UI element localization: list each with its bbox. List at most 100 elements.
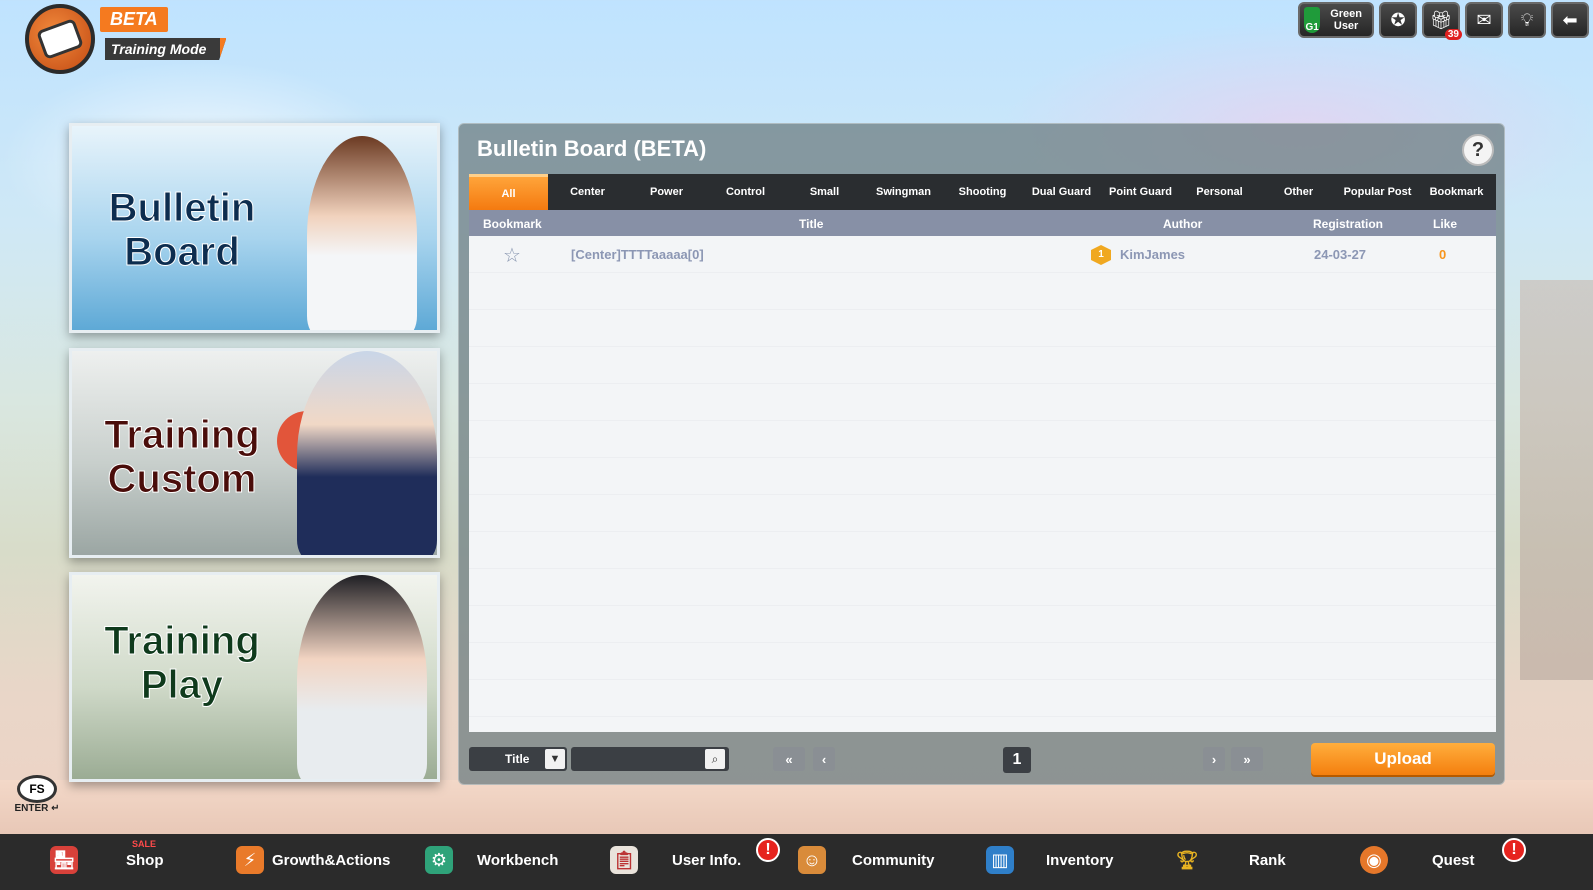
nav-label: Growth&Actions — [272, 852, 391, 869]
tab-other[interactable]: Other — [1259, 174, 1338, 210]
category-tabs: All Center Power Control Small Swingman … — [469, 174, 1496, 210]
column-registration: Registration — [1313, 217, 1384, 231]
bookmark-star-icon[interactable]: ☆ — [503, 243, 521, 268]
chat-enter-hint: ENTER ↵ — [14, 803, 60, 814]
tab-point-guard[interactable]: Point Guard — [1101, 174, 1180, 210]
tab-swingman[interactable]: Swingman — [864, 174, 943, 210]
star-medal-icon: ✪ — [1390, 9, 1406, 30]
post-author: KimJames — [1120, 247, 1186, 262]
gift-count-badge: 39 — [1444, 29, 1462, 40]
table-header: Bookmark Title Author Registration Like — [469, 210, 1496, 236]
character-illustration — [277, 351, 437, 555]
alert-icon: ! — [1502, 838, 1526, 862]
tab-small[interactable]: Small — [785, 174, 864, 210]
back-button[interactable]: ⬅ — [1551, 2, 1589, 38]
column-title: Title — [799, 217, 824, 231]
nav-community[interactable]: ☺ Community — [798, 834, 948, 890]
nav-shop[interactable]: 🏪︎ SALE Shop — [50, 834, 170, 890]
mail-button[interactable]: ✉ — [1465, 2, 1503, 38]
post-like-count: 0 — [1439, 247, 1447, 262]
nav-label: Quest — [1432, 852, 1475, 869]
top-toolbar: G1 Green User ✪ 🎁︎ 39 ✉ 💡︎ ⬅ — [1298, 2, 1589, 40]
search-type-label: Title — [505, 752, 530, 766]
chevron-right-icon: › — [1211, 751, 1217, 767]
nav-label: Shop — [126, 852, 164, 869]
grade-icon: G1 — [1304, 7, 1321, 33]
bulletin-board-card[interactable]: Bulletin Board — [69, 123, 440, 333]
growth-icon: ⚡︎ — [236, 846, 264, 874]
card-title: Training Custom — [104, 413, 261, 502]
alert-icon: ! — [756, 838, 780, 862]
nav-user-info[interactable]: 📋︎ User Info. ! — [610, 834, 780, 890]
nav-workbench[interactable]: ⚙ Workbench — [425, 834, 575, 890]
user-info-icon: 📋︎ — [610, 846, 638, 874]
card-title: Bulletin Board — [108, 186, 256, 275]
tab-center[interactable]: Center — [548, 174, 627, 210]
tab-all[interactable]: All — [469, 174, 548, 210]
chevron-left-icon: ‹ — [821, 751, 827, 767]
community-icon: ☺ — [798, 846, 826, 874]
column-like: Like — [1433, 217, 1458, 231]
double-chevron-left-icon: « — [785, 751, 793, 767]
tab-control[interactable]: Control — [706, 174, 785, 210]
hint-button[interactable]: 💡︎ — [1508, 2, 1546, 38]
post-title[interactable]: [Center]TTTTaaaaa[0] — [571, 247, 704, 262]
post-list: ☆ [Center]TTTTaaaaa[0] 1 KimJames 24-03-… — [469, 236, 1496, 732]
tab-shooting[interactable]: Shooting — [943, 174, 1022, 210]
trophy-icon: 🏆︎ — [1175, 849, 1199, 870]
beta-tag: BETA — [100, 7, 168, 32]
nav-label: User Info. — [672, 852, 742, 869]
tab-popular-post[interactable]: Popular Post — [1338, 174, 1417, 210]
star-medal-button[interactable]: ✪ — [1379, 2, 1417, 38]
help-button[interactable]: ? — [1462, 134, 1494, 166]
nav-label: Inventory — [1046, 852, 1114, 869]
sale-badge: SALE — [132, 839, 157, 849]
gift-button[interactable]: 🎁︎ 39 — [1422, 2, 1462, 40]
bulletin-board-panel: Bulletin Board (BETA) ? All Center Power… — [458, 123, 1505, 785]
chat-bubble-icon: FS — [17, 775, 57, 803]
nav-rank[interactable]: 🏆︎ Rank — [1173, 834, 1293, 890]
bottom-nav: 🏪︎ SALE Shop ⚡︎ Growth&Actions ⚙ Workben… — [0, 834, 1593, 890]
next-page-button[interactable]: › — [1203, 747, 1225, 771]
nav-label: Rank — [1249, 852, 1286, 869]
column-bookmark: Bookmark — [483, 217, 542, 231]
current-page[interactable]: 1 — [1003, 747, 1031, 773]
tab-power[interactable]: Power — [627, 174, 706, 210]
gift-icon: 🎁︎ — [1429, 9, 1453, 30]
user-grade-button[interactable]: G1 Green User — [1298, 2, 1374, 38]
lightbulb-icon: 💡︎ — [1520, 9, 1534, 30]
background-building — [1520, 280, 1593, 680]
back-arrow-icon: ⬅ — [1562, 9, 1578, 30]
tab-dual-guard[interactable]: Dual Guard — [1022, 174, 1101, 210]
nav-growth-actions[interactable]: ⚡︎ Growth&Actions — [236, 834, 406, 890]
prev-page-button[interactable]: ‹ — [813, 747, 835, 771]
mail-icon: ✉ — [1476, 9, 1492, 30]
character-illustration — [277, 126, 437, 330]
training-custom-card[interactable]: Training Custom — [69, 348, 440, 558]
nav-label: Community — [852, 852, 935, 869]
user-grade-name: Green User — [1330, 8, 1363, 32]
training-play-card[interactable]: Training Play — [69, 572, 440, 782]
chat-button[interactable]: FS ENTER ↵ — [12, 775, 62, 817]
nav-inventory[interactable]: ▥ Inventory — [986, 834, 1126, 890]
upload-button[interactable]: Upload — [1311, 743, 1495, 775]
nav-label: Workbench — [477, 852, 559, 869]
panel-title: Bulletin Board (BETA) — [477, 136, 707, 161]
workbench-icon: ⚙ — [425, 846, 453, 874]
last-page-button[interactable]: » — [1231, 747, 1263, 771]
quest-icon: ◉ — [1360, 846, 1388, 874]
table-row[interactable]: ☆ [Center]TTTTaaaaa[0] 1 KimJames 24-03-… — [469, 236, 1496, 272]
author-level-icon: 1 — [1091, 245, 1111, 265]
shop-icon: 🏪︎ — [50, 846, 78, 874]
search-type-select[interactable]: Title ▼ — [469, 747, 567, 771]
nav-quest[interactable]: ◉ Quest ! — [1360, 834, 1545, 890]
tab-bookmark[interactable]: Bookmark — [1417, 174, 1496, 210]
post-registration-date: 24-03-27 — [1314, 247, 1367, 262]
chevron-down-icon[interactable]: ▼ — [545, 749, 565, 769]
search-icon[interactable]: ⌕ — [705, 749, 725, 769]
basketball-logo-icon — [25, 4, 95, 74]
double-chevron-right-icon: » — [1243, 751, 1251, 767]
first-page-button[interactable]: « — [773, 747, 805, 771]
tab-personal[interactable]: Personal — [1180, 174, 1259, 210]
card-title: Training Play — [104, 619, 261, 708]
